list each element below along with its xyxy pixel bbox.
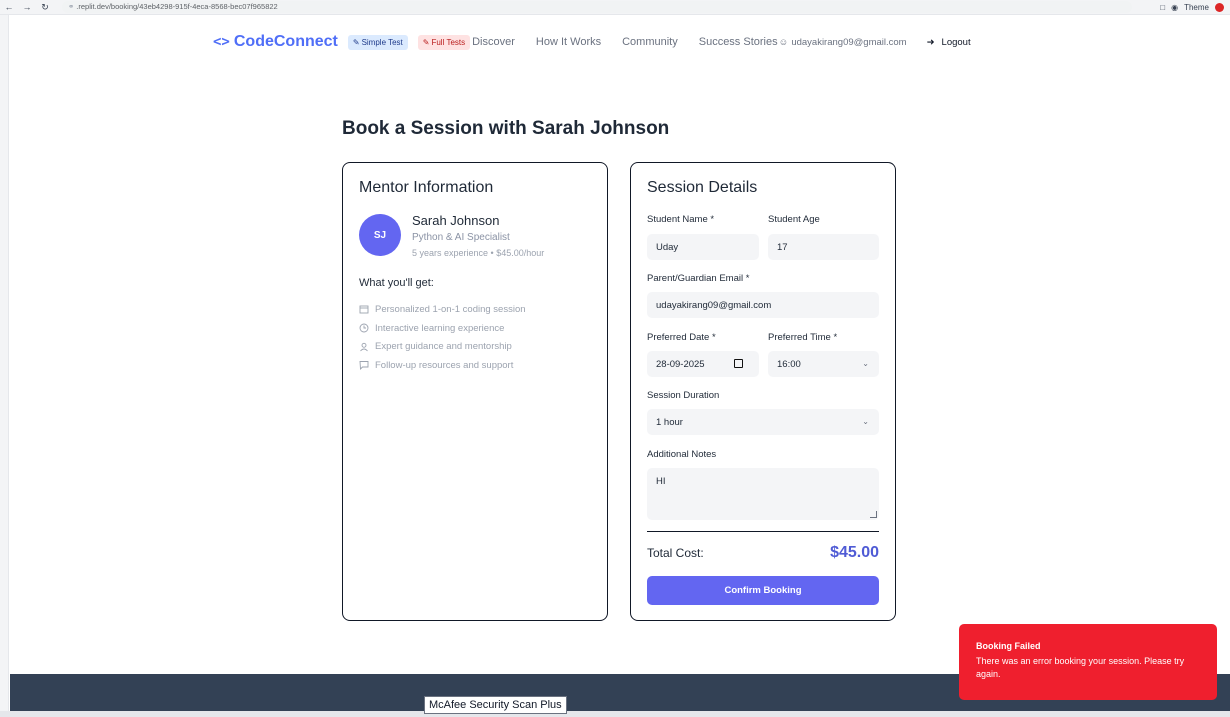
date-value: 28-09-2025 (656, 358, 705, 370)
benefit-item: Expert guidance and mentorship (359, 337, 526, 356)
top-nav: <> CodeConnect ✎ Simple Test ✎ Full Test… (213, 30, 971, 54)
nav-link-discover[interactable]: Discover (472, 36, 515, 48)
calendar-picker-icon[interactable] (734, 359, 743, 368)
duration-select[interactable]: 1 hour ⌄ (647, 409, 879, 435)
benefit-text: Expert guidance and mentorship (375, 341, 512, 353)
student-age-label: Student Age (768, 214, 820, 225)
mentor-info-card: Mentor Information SJ Sarah Johnson Pyth… (342, 162, 608, 621)
theme-label[interactable]: Theme (1184, 3, 1209, 12)
chevron-down-icon: ⌄ (862, 417, 869, 426)
mentor-card-title: Mentor Information (359, 179, 494, 196)
message-icon (359, 360, 369, 371)
extension-badge-icon[interactable] (1215, 2, 1224, 12)
cast-icon[interactable]: □ (1160, 3, 1165, 12)
brand-logo[interactable]: <> CodeConnect (213, 33, 338, 51)
notes-textarea[interactable]: HI (647, 468, 879, 520)
full-tests-button[interactable]: ✎ Full Tests (417, 34, 471, 50)
email-label: Parent/Guardian Email * (647, 273, 750, 284)
student-age-value: 17 (777, 241, 788, 253)
back-icon[interactable]: ← (0, 2, 18, 12)
session-details-card: Session Details Student Name * Uday Stud… (630, 162, 896, 621)
address-bar[interactable]: ⚭ .replit.dev/booking/43eb4298-915f-4eca-… (62, 1, 1132, 13)
logout-icon: ➜ (926, 36, 935, 48)
toast-message: There was an error booking your session.… (976, 656, 1185, 679)
site-info-icon: ⚭ (68, 2, 75, 11)
nav-link-community[interactable]: Community (622, 36, 678, 48)
total-cost-label: Total Cost: (647, 546, 704, 560)
duration-label: Session Duration (647, 390, 720, 401)
user-email: udayakirang09@gmail.com (791, 36, 907, 48)
date-input[interactable]: 28-09-2025 (647, 351, 759, 377)
duration-value: 1 hour (656, 416, 683, 428)
benefits-heading: What you'll get: (359, 277, 434, 289)
logout-button[interactable]: ➜ Logout (927, 37, 971, 48)
mentor-name: Sarah Johnson (412, 213, 500, 228)
system-tooltip: McAfee Security Scan Plus (424, 696, 567, 714)
logout-label: Logout (941, 36, 971, 48)
cost-divider (647, 531, 879, 532)
user-icon: ☺ (778, 36, 789, 48)
full-tests-label: Full Tests (431, 37, 466, 47)
simple-test-button[interactable]: ✎ Simple Test (347, 34, 408, 50)
student-name-value: Uday (656, 241, 679, 253)
date-label: Preferred Date * (647, 332, 716, 343)
user-icon (359, 342, 369, 352)
mentor-avatar: SJ (359, 214, 401, 256)
browser-toolbar: ← → ↻ ⚭ .replit.dev/booking/43eb4298-915f… (0, 0, 1230, 15)
mentor-specialty: Python & AI Specialist (412, 232, 510, 243)
reload-icon[interactable]: ↻ (36, 2, 54, 13)
calendar-icon (359, 304, 369, 314)
toast-title: Booking Failed (976, 641, 1041, 651)
notes-label: Additional Notes (647, 449, 717, 460)
resize-handle-icon[interactable] (870, 511, 877, 518)
left-edge (0, 15, 9, 717)
time-value: 16:00 (777, 358, 801, 370)
benefit-item: Follow-up resources and support (359, 356, 526, 375)
clock-icon (359, 323, 369, 333)
benefit-text: Interactive learning experience (375, 322, 505, 334)
benefit-item: Interactive learning experience (359, 319, 526, 338)
benefit-item: Personalized 1-on-1 coding session (359, 300, 526, 319)
session-card-title: Session Details (647, 179, 758, 196)
forward-icon[interactable]: → (18, 2, 36, 12)
time-select[interactable]: 16:00 ⌄ (768, 351, 879, 377)
benefits-list: Personalized 1-on-1 coding session Inter… (359, 300, 526, 375)
nav-link-success-stories[interactable]: Success Stories (699, 36, 778, 48)
url-text: .replit.dev/booking/43eb4298-915f-4eca-8… (76, 2, 278, 11)
notes-value: HI (656, 476, 666, 487)
time-label: Preferred Time * (768, 332, 838, 343)
student-age-input[interactable]: 17 (768, 234, 879, 260)
student-name-label: Student Name * (647, 214, 715, 225)
code-brackets-icon: <> (213, 34, 230, 50)
simple-test-label: Simple Test (361, 37, 403, 47)
nav-link-how-it-works[interactable]: How It Works (536, 36, 601, 48)
palette-icon[interactable]: ◉ (1171, 3, 1178, 12)
pencil-icon: ✎ (352, 37, 360, 47)
page-title: Book a Session with Sarah Johnson (342, 118, 670, 139)
student-name-input[interactable]: Uday (647, 234, 759, 260)
pencil-icon: ✎ (422, 37, 430, 47)
confirm-booking-button[interactable]: Confirm Booking (647, 576, 879, 605)
benefit-text: Follow-up resources and support (375, 359, 514, 371)
brand-name: CodeConnect (233, 33, 338, 50)
email-value: udayakirang09@gmail.com (656, 299, 772, 311)
email-input[interactable]: udayakirang09@gmail.com (647, 292, 879, 318)
benefit-text: Personalized 1-on-1 coding session (375, 303, 526, 315)
taskbar-strip (0, 711, 1230, 717)
chevron-down-icon: ⌄ (862, 359, 869, 368)
user-account[interactable]: ☺ udayakirang09@gmail.com (779, 37, 907, 48)
mentor-experience: 5 years experience • $45.00/hour (412, 248, 545, 258)
error-toast[interactable]: Booking Failed There was an error bookin… (959, 624, 1217, 700)
total-cost-value: $45.00 (830, 544, 879, 561)
